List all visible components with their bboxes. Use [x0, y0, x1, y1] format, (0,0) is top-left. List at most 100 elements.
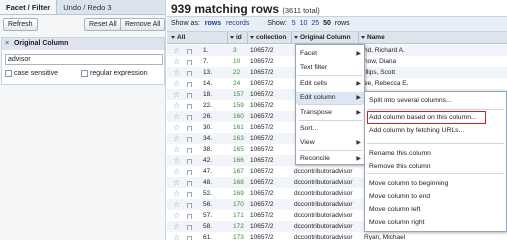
- cell-id[interactable]: 10: [233, 56, 240, 67]
- flag-icon[interactable]: [187, 47, 192, 54]
- flag-icon[interactable]: [187, 234, 192, 240]
- cell-collection[interactable]: 10657/2: [250, 188, 274, 199]
- page-size-25[interactable]: 25: [311, 20, 319, 27]
- submenu-item-add-column-by-fetching-urls[interactable]: Add column by fetching URLs...: [365, 125, 464, 137]
- cell-collection[interactable]: 10657/2: [250, 166, 274, 177]
- flag-icon[interactable]: [187, 179, 192, 186]
- rows-mode-link[interactable]: rows: [205, 20, 221, 27]
- cell-id[interactable]: 170: [233, 199, 244, 210]
- dropdown-icon[interactable]: [171, 35, 175, 39]
- flag-icon[interactable]: [187, 201, 192, 208]
- case-sensitive-checkbox[interactable]: case sensitive: [5, 70, 58, 77]
- star-icon[interactable]: ☆: [173, 111, 180, 122]
- cell-original-column[interactable]: dccontributoradvisor: [294, 177, 353, 188]
- cell-original-column[interactable]: dccontributoradvisor: [294, 199, 353, 210]
- menu-item-view[interactable]: View ▶: [296, 137, 364, 149]
- cell-id[interactable]: 24: [233, 78, 240, 89]
- flag-icon[interactable]: [187, 212, 192, 219]
- cell-collection[interactable]: 10657/2: [250, 100, 274, 111]
- column-id[interactable]: id: [228, 32, 242, 44]
- cell-id[interactable]: 168: [233, 177, 244, 188]
- submenu-item-rename-this-column[interactable]: Rename this column: [365, 148, 431, 160]
- star-icon[interactable]: ☆: [173, 122, 180, 133]
- cell-collection[interactable]: 10657/2: [250, 155, 274, 166]
- star-icon[interactable]: ☆: [173, 78, 180, 89]
- page-size-5[interactable]: 5: [292, 20, 296, 27]
- star-icon[interactable]: ☆: [173, 56, 180, 67]
- flag-icon[interactable]: [187, 190, 192, 197]
- flag-icon[interactable]: [187, 80, 192, 87]
- regex-checkbox[interactable]: regular expression: [81, 70, 148, 77]
- cell-name[interactable]: Ryan, Michael: [364, 232, 405, 240]
- cell-id[interactable]: 22: [233, 67, 240, 78]
- cell-collection[interactable]: 10657/2: [250, 45, 274, 56]
- star-icon[interactable]: ☆: [173, 89, 180, 100]
- cell-id[interactable]: 157: [233, 89, 244, 100]
- cell-id[interactable]: 169: [233, 188, 244, 199]
- star-icon[interactable]: ☆: [173, 144, 180, 155]
- submenu-item-move-column-to-beginning[interactable]: Move column to beginning: [365, 178, 448, 190]
- star-icon[interactable]: ☆: [173, 221, 180, 232]
- cell-id[interactable]: 163: [233, 133, 244, 144]
- submenu-item-split-into-several-columns[interactable]: Split into several columns...: [365, 95, 452, 107]
- flag-icon[interactable]: [187, 102, 192, 109]
- star-icon[interactable]: ☆: [173, 100, 180, 111]
- cell-id[interactable]: 160: [233, 111, 244, 122]
- flag-icon[interactable]: [187, 91, 192, 98]
- cell-collection[interactable]: 10657/2: [250, 210, 274, 221]
- cell-collection[interactable]: 10657/2: [250, 122, 274, 133]
- cell-collection[interactable]: 10657/2: [250, 232, 274, 240]
- cell-name[interactable]: nd, Richard A.: [364, 45, 405, 56]
- star-icon[interactable]: ☆: [173, 188, 180, 199]
- submenu-item-move-column-right[interactable]: Move column right: [365, 217, 425, 229]
- star-icon[interactable]: ☆: [173, 177, 180, 188]
- cell-id[interactable]: 165: [233, 144, 244, 155]
- cell-name[interactable]: ee, Rebecca E.: [364, 78, 408, 89]
- cell-collection[interactable]: 10657/2: [250, 111, 274, 122]
- checkbox-icon[interactable]: [81, 70, 88, 77]
- dropdown-icon[interactable]: [361, 35, 365, 39]
- cell-id[interactable]: 172: [233, 221, 244, 232]
- star-icon[interactable]: ☆: [173, 166, 180, 177]
- cell-original-column[interactable]: dccontributoradvisor: [294, 166, 353, 177]
- cell-collection[interactable]: 10657/2: [250, 221, 274, 232]
- remove-all-button[interactable]: Remove All: [120, 18, 166, 31]
- dropdown-icon[interactable]: [250, 35, 254, 39]
- cell-collection[interactable]: 10657/2: [250, 56, 274, 67]
- submenu-item-move-column-left[interactable]: Move column left: [365, 204, 420, 216]
- flag-icon[interactable]: [187, 168, 192, 175]
- cell-original-column[interactable]: dccontributoradvisor: [294, 232, 353, 240]
- dropdown-icon[interactable]: [230, 35, 234, 39]
- tab-undo-redo[interactable]: Undo / Redo 3: [57, 0, 117, 14]
- filter-input[interactable]: advisor: [5, 54, 163, 65]
- cell-id[interactable]: 173: [233, 232, 244, 240]
- flag-icon[interactable]: [187, 69, 192, 76]
- cell-collection[interactable]: 10657/2: [250, 177, 274, 188]
- star-icon[interactable]: ☆: [173, 155, 180, 166]
- star-icon[interactable]: ☆: [173, 210, 180, 221]
- menu-item-transpose[interactable]: Transpose ▶: [296, 107, 364, 119]
- flag-icon[interactable]: [187, 58, 192, 65]
- close-icon[interactable]: ×: [5, 38, 12, 50]
- page-size-10[interactable]: 10: [300, 20, 308, 27]
- cell-id[interactable]: 171: [233, 210, 244, 221]
- flag-icon[interactable]: [187, 223, 192, 230]
- submenu-item-remove-this-column[interactable]: Remove this column: [365, 161, 431, 173]
- star-icon[interactable]: ☆: [173, 232, 180, 240]
- flag-icon[interactable]: [187, 157, 192, 164]
- menu-item-text-filter[interactable]: Text filter: [296, 62, 364, 74]
- menu-item-sort[interactable]: Sort...: [296, 123, 364, 135]
- star-icon[interactable]: ☆: [173, 67, 180, 78]
- cell-id[interactable]: 167: [233, 166, 244, 177]
- refresh-button[interactable]: Refresh: [3, 18, 38, 31]
- cell-collection[interactable]: 10657/2: [250, 89, 274, 100]
- cell-original-column[interactable]: dccontributoradvisor: [294, 188, 353, 199]
- flag-icon[interactable]: [187, 113, 192, 120]
- records-mode-link[interactable]: records: [226, 20, 249, 27]
- star-icon[interactable]: ☆: [173, 199, 180, 210]
- column-collection[interactable]: collection: [248, 32, 286, 44]
- star-icon[interactable]: ☆: [173, 133, 180, 144]
- cell-id[interactable]: 161: [233, 122, 244, 133]
- page-size-50[interactable]: 50: [323, 20, 331, 27]
- column-name[interactable]: Name: [359, 32, 385, 44]
